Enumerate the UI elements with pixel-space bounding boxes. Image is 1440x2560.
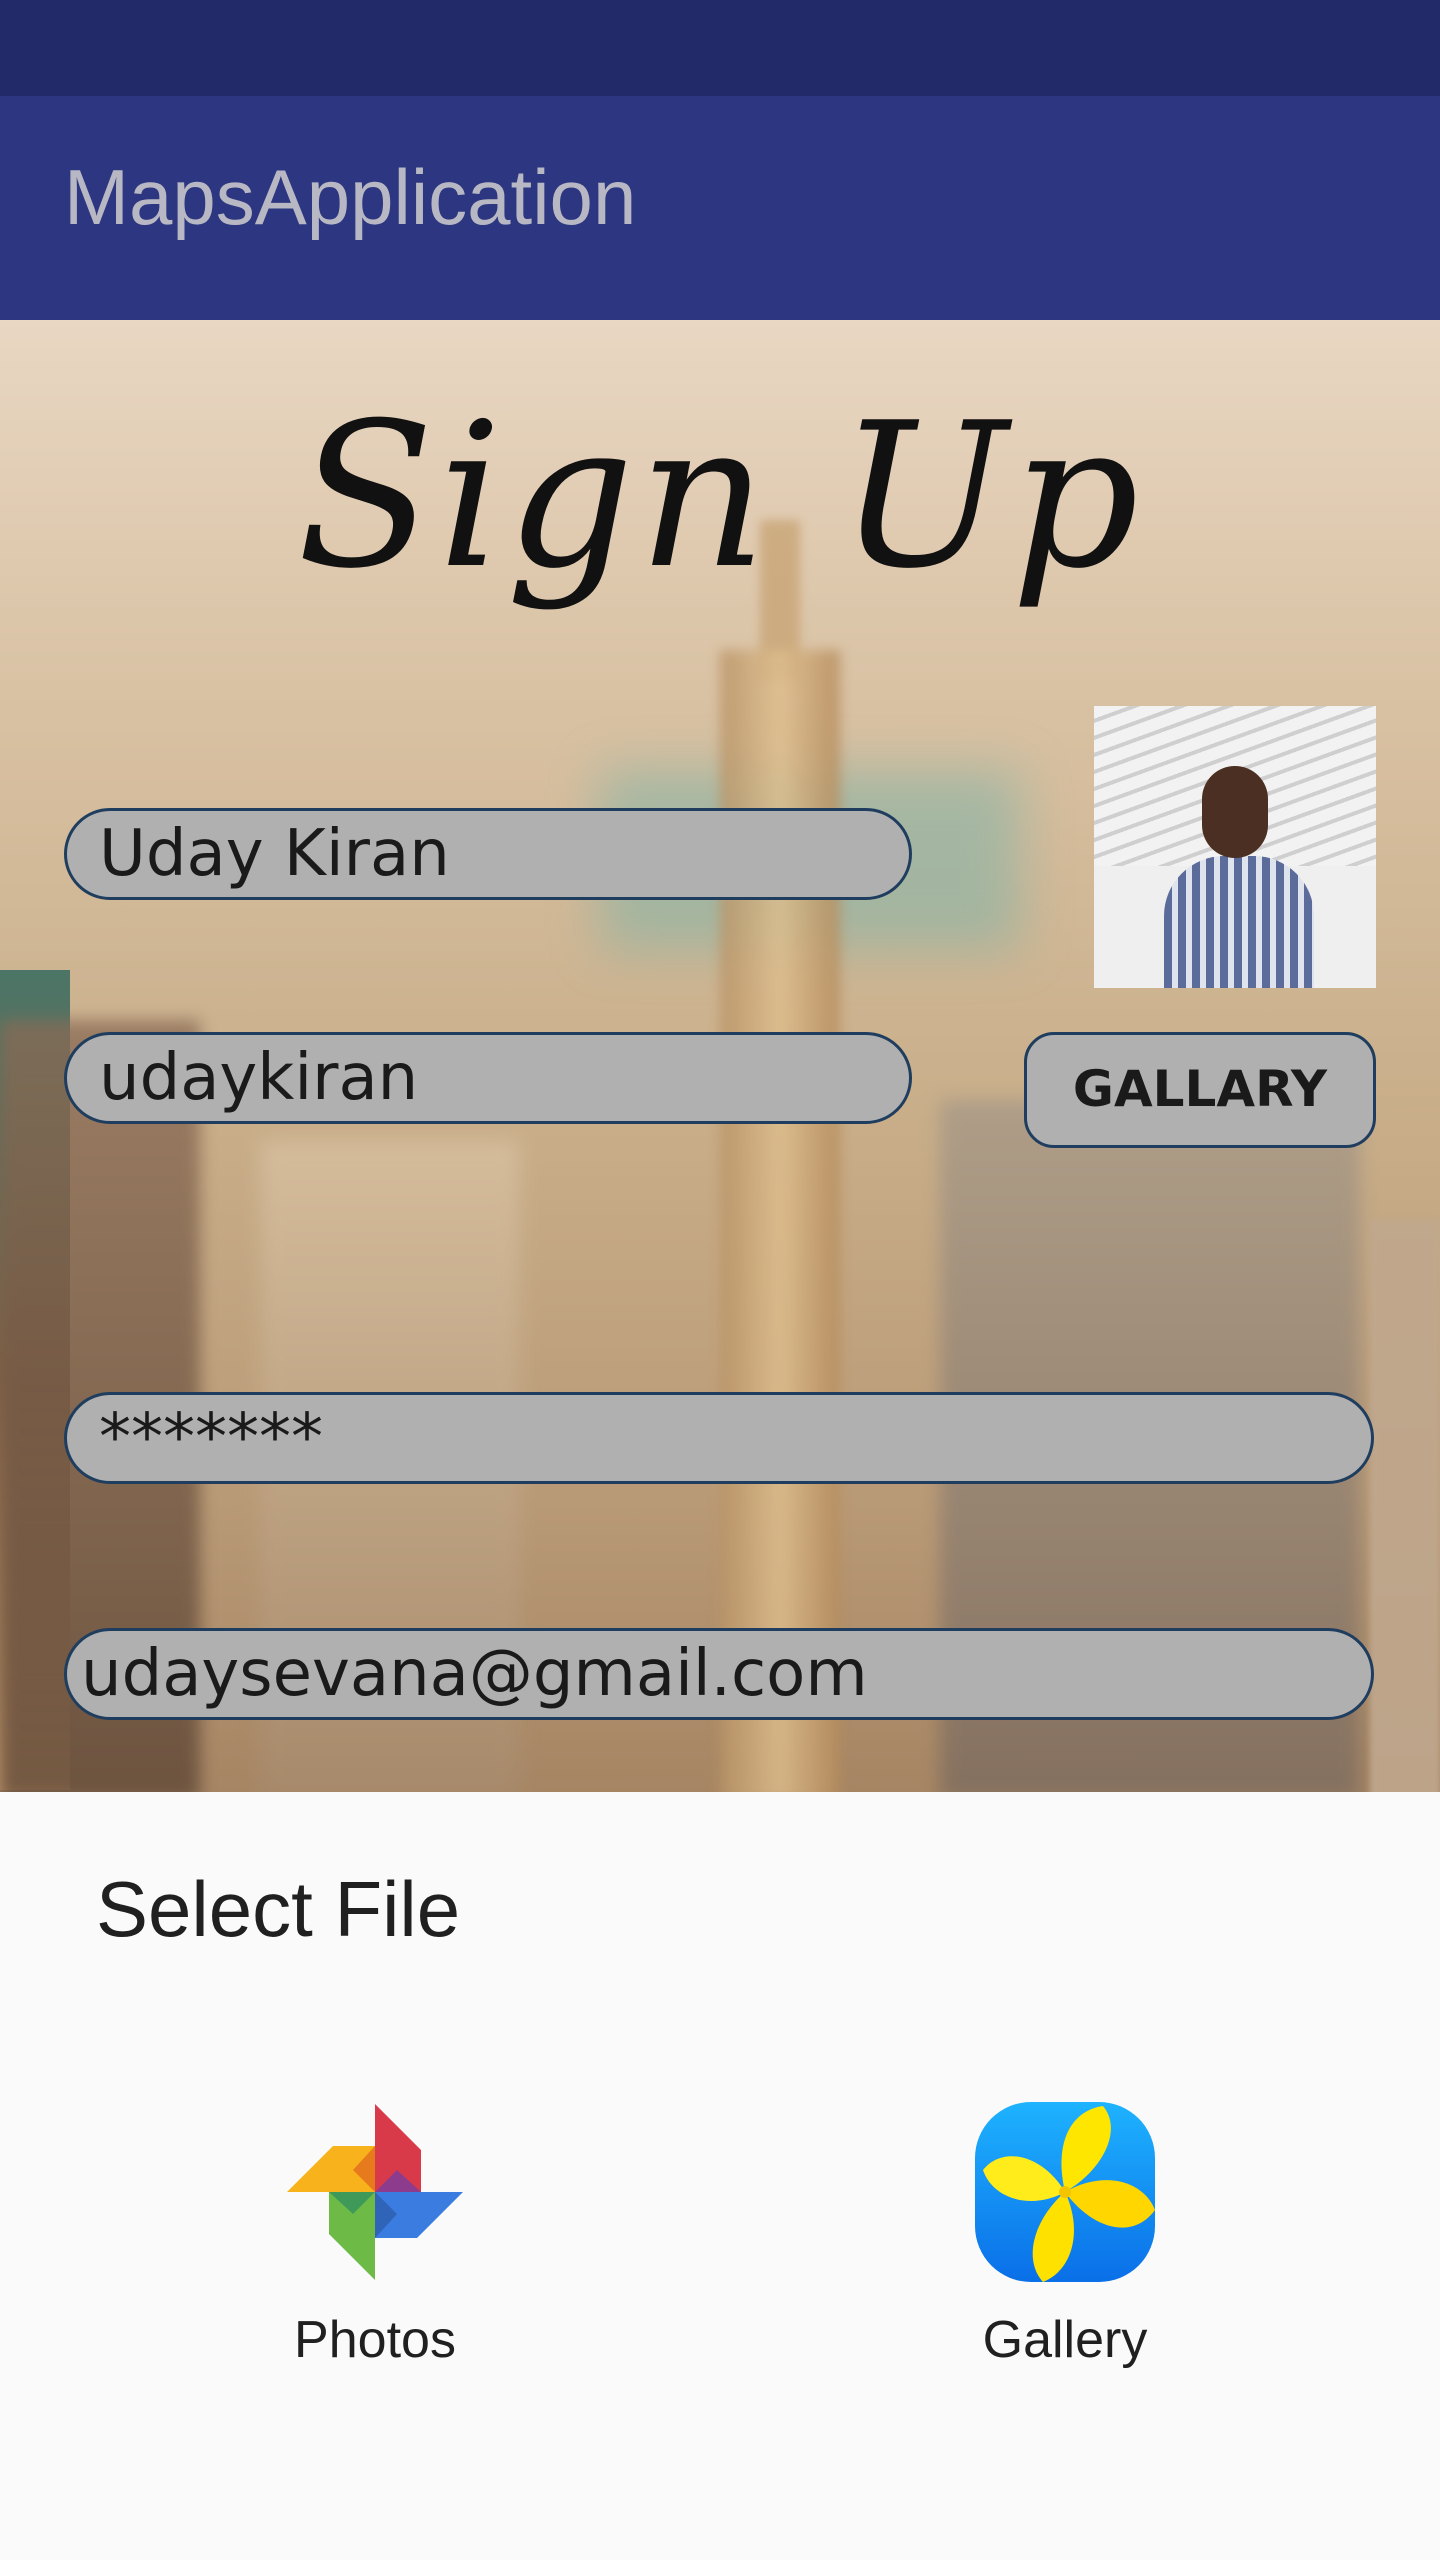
background-building <box>1370 1220 1440 1792</box>
gallery-flower-icon <box>973 2100 1157 2284</box>
signup-screen: Sign Up Uday Kiran udaykiran GALLARY ***… <box>0 320 1440 1792</box>
photo-person-body <box>1164 856 1314 988</box>
email-field[interactable]: udaysevana@gmail.com <box>64 1628 1374 1720</box>
app-bar: MapsApplication <box>0 96 1440 320</box>
app-title: MapsApplication <box>64 153 637 241</box>
photo-person-head <box>1202 766 1268 858</box>
gallery-label: Gallery <box>982 2311 1148 2369</box>
photos-label: Photos <box>294 2311 456 2369</box>
select-file-dialog: Select File Photos Gallery <box>0 1792 1440 2560</box>
photos-pinwheel-icon <box>283 2100 467 2284</box>
username-field[interactable]: udaykiran <box>64 1032 912 1124</box>
gallery-option[interactable]: Gallery <box>885 2100 1245 2400</box>
password-field[interactable]: ******* <box>64 1392 1374 1484</box>
gallery-button[interactable]: GALLARY <box>1024 1032 1376 1148</box>
signup-title: Sign Up <box>297 380 1143 613</box>
status-bar <box>0 0 1440 96</box>
dialog-title: Select File <box>96 1865 461 1953</box>
photos-option[interactable]: Photos <box>195 2100 555 2400</box>
profile-photo[interactable] <box>1094 706 1376 988</box>
name-field[interactable]: Uday Kiran <box>64 808 912 900</box>
